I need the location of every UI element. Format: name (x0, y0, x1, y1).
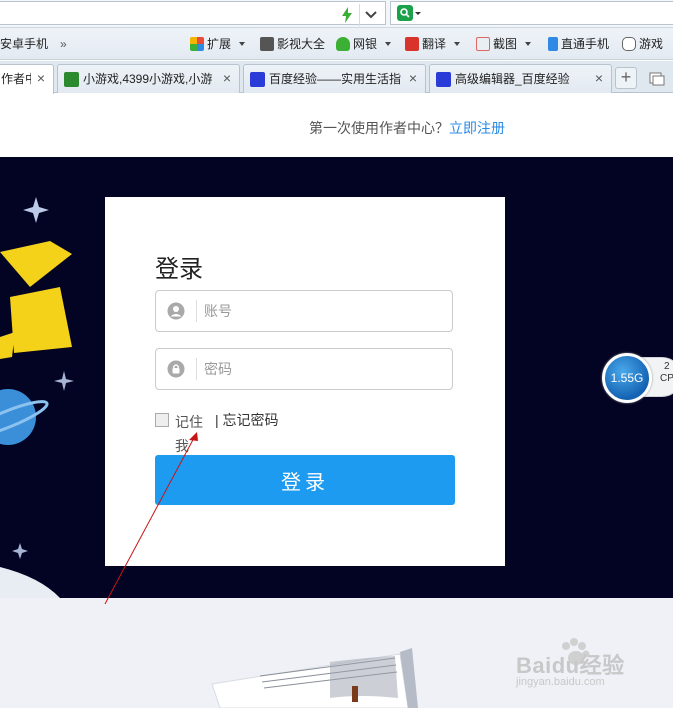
annotation-arrow (104, 432, 198, 605)
memory-widget[interactable]: 1.55G 2 CP (602, 353, 673, 403)
memory-usage-badge[interactable]: 1.55G (602, 353, 652, 403)
browser-window: 安卓手机 » 扩展 影视大全 网银 翻译 截图 直通手机 游戏 作者 × 小游戏… (0, 0, 673, 708)
cpu-label: 2 CP (660, 361, 673, 384)
baidu-watermark: Baidu经验 jingyan.baidu.com (514, 634, 664, 694)
watermark-url: jingyan.baidu.com (516, 676, 605, 688)
